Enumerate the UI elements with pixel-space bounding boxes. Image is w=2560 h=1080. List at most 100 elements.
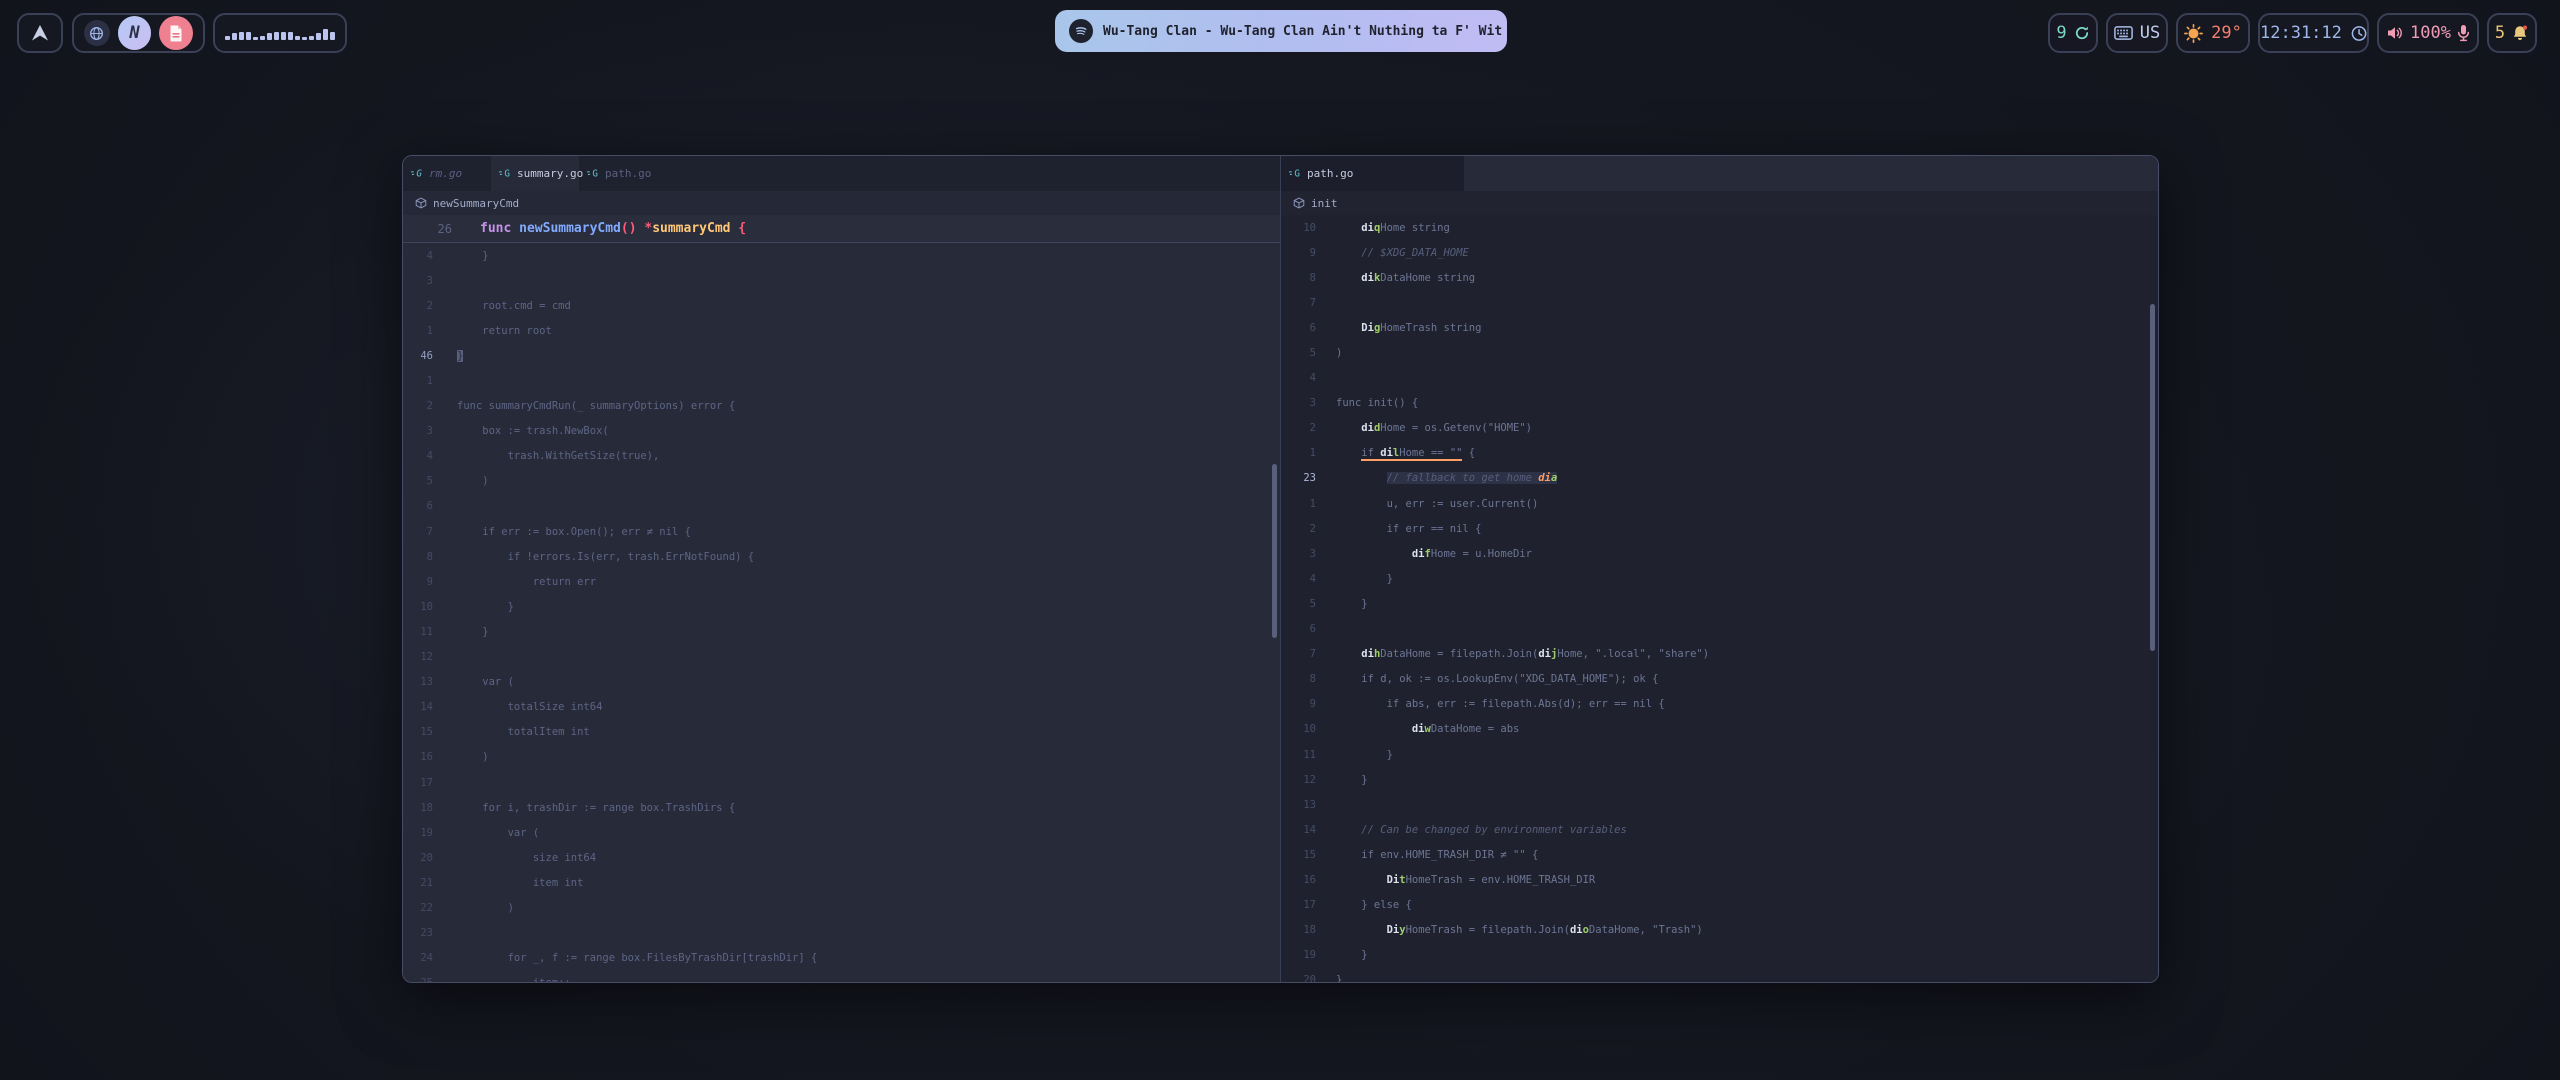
code-line: 5) — [1281, 340, 2158, 365]
code-line: 18 for i, trashDir := range box.TrashDir… — [403, 795, 1280, 820]
symbol-cube-icon — [1293, 197, 1305, 209]
line-number: 3 — [1281, 397, 1316, 409]
sticky-line-number: 26 — [403, 222, 452, 236]
top-status-bar: N Wu-Tang Clan - Wu-Tang Clan Ain't Nuth… — [0, 0, 2560, 66]
tab-label: path.go — [605, 167, 651, 180]
breadcrumb-symbol: init — [1311, 197, 1338, 210]
speaker-icon — [2386, 24, 2404, 42]
visualizer-bar — [295, 36, 300, 40]
line-number: 9 — [1281, 698, 1316, 710]
code-line: 9 // $XDG_DATA_HOME — [1281, 240, 2158, 265]
now-playing-widget[interactable]: Wu-Tang Clan - Wu-Tang Clan Ain't Nuthin… — [1055, 10, 1507, 52]
code-line: 11 } — [1281, 742, 2158, 767]
right-scrollbar[interactable] — [2150, 304, 2155, 651]
code-line: 4 } — [1281, 566, 2158, 591]
line-number: 5 — [403, 475, 433, 487]
visualizer-bar — [225, 36, 230, 40]
code-line: 9 if abs, err := filepath.Abs(d); err ==… — [1281, 692, 2158, 717]
left-pane: Grm.goGsummary.goGpath.go newSummaryCmd … — [403, 156, 1281, 982]
sticky-context-line: 26 func newSummaryCmd() *summaryCmd { — [403, 215, 1280, 243]
line-number: 4 — [1281, 372, 1316, 384]
go-file-icon: G — [587, 167, 600, 180]
launcher-arrow-icon — [29, 22, 51, 44]
line-number: 8 — [1281, 673, 1316, 685]
code-line: 3 difHome = u.HomeDir — [1281, 541, 2158, 566]
right-pane: Gpath.go init 10 diqHome string9 // $XDG… — [1281, 156, 2158, 982]
line-number: 18 — [1281, 924, 1316, 936]
visualizer-bar — [309, 36, 314, 40]
notification-badge-dot — [2523, 26, 2527, 30]
line-number: 23 — [1281, 472, 1316, 484]
code-line: 5 } — [1281, 591, 2158, 616]
tab-summary.go[interactable]: Gsummary.go — [491, 156, 579, 191]
notifications-widget[interactable]: 5 — [2487, 13, 2537, 53]
line-number: 5 — [1281, 598, 1316, 610]
updates-widget[interactable]: 9 — [2048, 13, 2098, 53]
line-number: 13 — [1281, 799, 1316, 811]
code-line: 10 diwDataHome = abs — [1281, 717, 2158, 742]
line-number: 22 — [403, 902, 433, 914]
visualizer-bar — [267, 33, 272, 40]
weather-widget[interactable]: 29° — [2176, 13, 2250, 53]
desktop: { "topbar": { "launcher": { "icon": "arr… — [0, 0, 2560, 1080]
right-code-area[interactable]: 10 diqHome string9 // $XDG_DATA_HOME8 di… — [1281, 215, 2158, 983]
line-number: 25 — [403, 977, 433, 983]
svg-text:G: G — [416, 169, 422, 180]
left-code-area[interactable]: 4 }32 root.cmd = cmd1 return root46}12fu… — [403, 243, 1280, 983]
tab-label: path.go — [1307, 167, 1353, 180]
code-line: 23 // fallback to get home dia — [1281, 466, 2158, 491]
microphone-icon — [2457, 24, 2470, 42]
clock-time: 12:31:12 — [2260, 23, 2342, 43]
code-line: 8 dikDataHome string — [1281, 265, 2158, 290]
code-line: 17 — [403, 770, 1280, 795]
code-line: 8 if !errors.Is(err, trash.ErrNotFound) … — [403, 544, 1280, 569]
code-line: 15 if env.HOME_TRASH_DIR ≠ "" { — [1281, 842, 2158, 867]
left-scrollbar[interactable] — [1272, 464, 1277, 638]
line-number: 1 — [1281, 447, 1316, 459]
symbol-cube-icon — [415, 197, 427, 209]
line-number: 6 — [403, 500, 433, 512]
line-number: 14 — [403, 701, 433, 713]
code-line: 4 } — [403, 243, 1280, 268]
launcher-button[interactable] — [17, 13, 63, 53]
code-line: 6 DigHomeTrash string — [1281, 315, 2158, 340]
visualizer-bar — [239, 32, 244, 40]
code-line: 19 } — [1281, 943, 2158, 968]
line-number: 2 — [1281, 523, 1316, 535]
line-number: 12 — [403, 651, 433, 663]
tab-path.go[interactable]: Gpath.go — [1281, 156, 1464, 191]
audio-widget[interactable]: 100% — [2377, 13, 2479, 53]
code-line: 3 — [403, 268, 1280, 293]
code-line: 2func summaryCmdRun(_ summaryOptions) er… — [403, 394, 1280, 419]
line-number: 15 — [403, 726, 433, 738]
keyboard-layout-widget[interactable]: US — [2106, 13, 2168, 53]
code-line: 22 ) — [403, 895, 1280, 920]
neovim-dock-icon[interactable]: N — [118, 16, 152, 50]
svg-text:G: G — [1294, 169, 1300, 180]
updates-count: 9 — [2056, 23, 2066, 43]
tab-rm.go[interactable]: Grm.go — [403, 156, 491, 191]
line-number: 3 — [403, 425, 433, 437]
left-tabbar: Grm.goGsummary.goGpath.go — [403, 156, 1280, 191]
code-line: 7 if err := box.Open(); err ≠ nil { — [403, 519, 1280, 544]
code-line: 46} — [403, 343, 1280, 368]
clock-widget[interactable]: 12:31:12 — [2258, 13, 2369, 53]
tab-path.go[interactable]: Gpath.go — [579, 156, 667, 191]
code-line: 15 totalItem int — [403, 720, 1280, 745]
line-number: 6 — [1281, 322, 1316, 334]
line-number: 3 — [1281, 548, 1316, 560]
line-number: 11 — [403, 626, 433, 638]
visualizer-bar — [302, 37, 307, 40]
line-number: 4 — [403, 450, 433, 462]
documents-dock-icon[interactable] — [159, 16, 193, 50]
code-line: 14 // Can be changed by environment vari… — [1281, 817, 2158, 842]
code-line: 23 — [403, 921, 1280, 946]
left-breadcrumb: newSummaryCmd — [403, 191, 1280, 215]
code-line: 13 var ( — [403, 670, 1280, 695]
right-breadcrumb: init — [1281, 191, 2158, 215]
line-number: 21 — [403, 877, 433, 889]
breadcrumb-symbol: newSummaryCmd — [433, 197, 519, 210]
code-line: 12 } — [1281, 767, 2158, 792]
code-line: 10 diqHome string — [1281, 215, 2158, 240]
browser-dock-icon[interactable] — [84, 20, 110, 46]
